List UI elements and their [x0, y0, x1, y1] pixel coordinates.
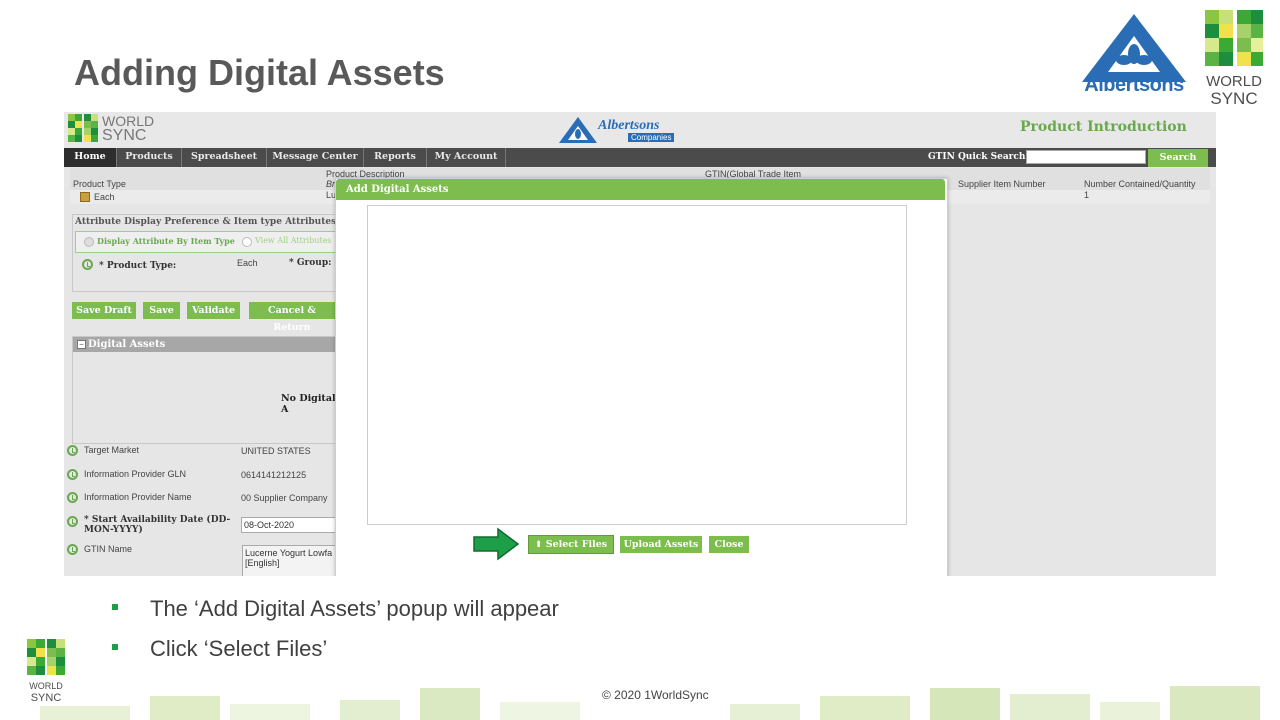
bullet-marker: [112, 644, 118, 650]
albertsons-companies-logo: Albertsons Companies: [558, 116, 680, 144]
each-item-icon: [80, 192, 90, 202]
worldsync-footer-line2: SYNC: [30, 692, 62, 704]
worldsync-mini-line2: SYNC: [102, 127, 147, 144]
nav-my-account[interactable]: My Account: [427, 148, 506, 167]
arrow-right-icon: [473, 527, 520, 561]
nav-products[interactable]: Products: [117, 148, 182, 167]
worldsync-mini-line1: WORLD: [102, 113, 155, 129]
search-button[interactable]: Search: [1148, 149, 1208, 167]
product-type-label: * Product Type:: [99, 261, 177, 271]
attribute-preference-heading: Attribute Display Preference & Item type…: [75, 217, 337, 227]
modal-title: Add Digital Assets: [336, 179, 945, 200]
gtin-search-input[interactable]: [1026, 150, 1146, 164]
slide-title: Adding Digital Assets: [74, 52, 445, 93]
product-type-value: Each: [237, 258, 258, 268]
nav-reports[interactable]: Reports: [364, 148, 427, 167]
history-icon[interactable]: [67, 516, 78, 527]
cancel-return-button[interactable]: Cancel & Return: [249, 302, 335, 333]
worldsync-mini-logo: WORLD SYNC: [68, 114, 158, 144]
field-label-start-date: * Start Availability Date (DD-MON-YYYY): [84, 515, 231, 535]
save-draft-button[interactable]: Save Draft: [72, 302, 136, 319]
radio-by-item-type[interactable]: [84, 237, 94, 247]
attribute-preference-box: Attribute Display Preference & Item type…: [72, 214, 339, 292]
col-product-description-sub: Br: [326, 179, 335, 189]
collapse-icon[interactable]: −: [77, 340, 86, 349]
albertsons-logo-text: Albertsons: [1084, 74, 1184, 96]
field-label-provider-gln: Information Provider GLN: [84, 469, 187, 479]
field-value-provider-gln: 0614141212125: [241, 470, 307, 480]
worldsync-footer-line1: WORLD: [29, 681, 63, 691]
select-files-label: Select Files: [545, 539, 608, 550]
main-nav: Home Products Spreadsheet Message Center…: [64, 148, 1216, 167]
field-value-provider-name: 00 Supplier Company: [241, 493, 328, 503]
field-label-gtin-name: GTIN Name: [84, 544, 133, 554]
col-number-contained: Number Contained/Quantity: [1084, 179, 1196, 189]
bullet-text: The ‘Add Digital Assets’ popup will appe…: [150, 596, 559, 621]
history-icon[interactable]: [82, 259, 93, 270]
albertsons-logo-text: Albertsons: [598, 118, 660, 133]
field-label-target-market: Target Market: [84, 445, 140, 455]
radio-view-all-label: View All Attributes: [255, 236, 332, 245]
digital-assets-header[interactable]: − Digital Assets: [73, 337, 337, 352]
digital-assets-heading: Digital Assets: [88, 339, 166, 350]
nav-message-center[interactable]: Message Center: [267, 148, 364, 167]
copyright-text: © 2020 1WorldSync: [602, 688, 709, 702]
nav-home[interactable]: Home: [64, 148, 117, 167]
field-value-target-market: UNITED STATES: [241, 446, 311, 456]
select-files-button[interactable]: ⬆ Select Files: [528, 535, 614, 554]
worldsync-logo-line1: WORLD: [1206, 73, 1262, 90]
bullet-text: Click ‘Select Files’: [150, 636, 328, 661]
group-label: * Group:: [289, 258, 332, 268]
save-button[interactable]: Save: [143, 302, 180, 319]
digital-assets-section: − Digital Assets No Digital A: [72, 336, 338, 444]
validate-button[interactable]: Validate: [187, 302, 240, 319]
albertsons-logo: Albertsons: [1078, 12, 1190, 96]
history-icon[interactable]: [67, 492, 78, 503]
col-product-type: Product Type: [73, 179, 126, 189]
worldsync-footer-logo: WORLD SYNC: [26, 638, 66, 704]
add-digital-assets-modal: Add Digital Assets ⬆ Select Files Upload…: [335, 178, 948, 576]
gtin-search-label: GTIN Quick Search:: [928, 152, 1029, 162]
radio-by-item-type-label: Display Attribute By Item Type: [97, 236, 235, 246]
worldsync-logo: WORLD SYNC: [1203, 8, 1265, 107]
app-screenshot: WORLD SYNC Albertsons Companies Product …: [64, 112, 1216, 576]
gtin-name-input[interactable]: Lucerne Yogurt Lowfa [English]: [242, 545, 340, 576]
start-date-input[interactable]: 08-Oct-2020: [241, 517, 337, 533]
upload-assets-button[interactable]: Upload Assets: [620, 536, 702, 553]
history-icon[interactable]: [67, 544, 78, 555]
no-digital-assets-text: No Digital A: [281, 393, 336, 415]
col-supplier-item-number: Supplier Item Number: [958, 179, 1046, 189]
close-button[interactable]: Close: [709, 536, 749, 553]
file-drop-area[interactable]: [367, 205, 907, 525]
row-quantity: 1: [1084, 190, 1090, 200]
bullet-marker: [112, 604, 118, 610]
albertsons-logo-subtext: Companies: [628, 133, 675, 142]
display-preference-row: Display Attribute By Item Type View All …: [75, 231, 339, 253]
field-label-provider-name: Information Provider Name: [84, 492, 192, 502]
upload-icon: ⬆: [534, 540, 543, 550]
nav-spreadsheet[interactable]: Spreadsheet: [182, 148, 267, 167]
radio-view-all[interactable]: [242, 237, 252, 247]
page-title: Product Introduction: [1020, 119, 1187, 135]
app-header: WORLD SYNC Albertsons Companies Product …: [64, 112, 1216, 148]
row-product-type: Each: [94, 192, 115, 202]
worldsync-logo-line2: SYNC: [1210, 89, 1258, 108]
history-icon[interactable]: [67, 445, 78, 456]
history-icon[interactable]: [67, 469, 78, 480]
